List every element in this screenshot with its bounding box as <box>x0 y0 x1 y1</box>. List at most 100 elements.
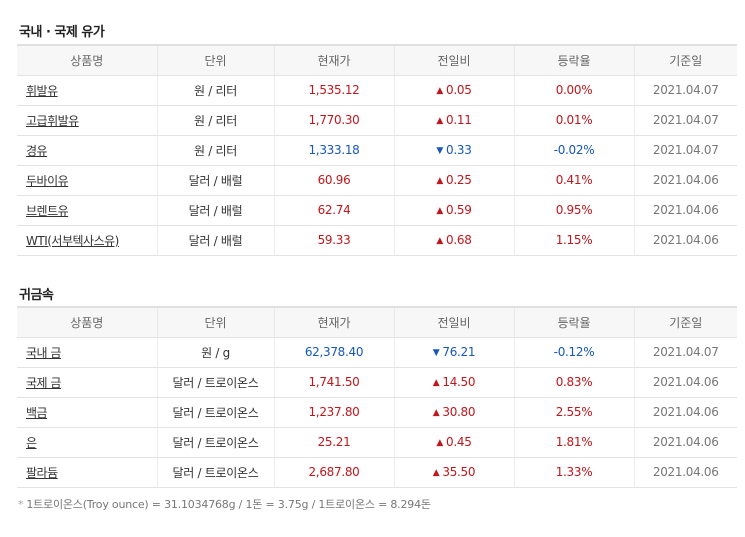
product-link[interactable]: 팔라듐 <box>26 466 58 480</box>
date-cell: 2021.04.06 <box>633 195 737 226</box>
table-header-row: 상품명 단위 현재가 전일비 등락율 기준일 <box>17 44 737 76</box>
product-link[interactable]: 브렌트유 <box>26 204 69 218</box>
column-header: 현재가 <box>273 306 394 338</box>
change-cell: ▲ 0.25 <box>393 165 514 196</box>
unit-cell: 원 / 리터 <box>156 75 274 106</box>
column-header: 기준일 <box>633 306 737 338</box>
change-value: 14.50 <box>442 375 476 389</box>
triangle-up-icon: ▲ <box>436 116 444 126</box>
table-row: 은 달러 / 트로이온스 25.21 ▲ 0.45 1.81% 2021.04.06 <box>17 427 737 458</box>
date-cell: 2021.04.07 <box>633 105 737 136</box>
triangle-up-icon: ▲ <box>432 468 440 478</box>
unit-cell: 달러 / 트로이온스 <box>156 367 274 398</box>
change-cell: ▲ 0.59 <box>393 195 514 226</box>
rate-cell: 0.01% <box>513 105 634 136</box>
change-cell: ▲ 14.50 <box>393 367 514 398</box>
metal-price-table: 상품명 단위 현재가 전일비 등락율 기준일 국내 금원 / g 62,378.40 ▼ 76.… <box>17 306 737 488</box>
product-name-cell: 고급휘발유 <box>17 105 157 136</box>
table-row: 고급휘발유 원 / 리터 1,770.30 ▲ 0.11 0.01% 2021.04.07 <box>17 105 737 136</box>
rate-cell: 2.55% <box>513 397 634 428</box>
price-cell: 25.21 <box>273 427 394 458</box>
rate-cell: 1.33% <box>513 457 634 488</box>
price-cell: 1,535.12 <box>273 75 394 106</box>
change-value: 0.11 <box>446 113 472 127</box>
change-cell: ▼ 76.21 <box>393 337 514 368</box>
price-cell: 62,378.40 <box>273 337 394 368</box>
rate-cell: 0.41% <box>513 165 634 196</box>
product-name-cell: 국내 금 <box>17 337 157 368</box>
column-header: 단위 <box>156 44 274 76</box>
triangle-up-icon: ▲ <box>436 86 444 96</box>
triangle-up-icon: ▲ <box>436 438 444 448</box>
table-row: WTI(서부텍사스유) 달러 / 배럴 59.33 ▲ 0.68 1.15% 2021.04… <box>17 225 737 256</box>
column-header: 전일비 <box>393 306 514 338</box>
product-link[interactable]: 국제 금 <box>26 376 61 390</box>
oil-section-title: 국내 · 국제 유가 <box>19 25 105 40</box>
product-name-cell: 은 <box>17 427 157 458</box>
triangle-down-icon: ▼ <box>432 348 440 358</box>
triangle-up-icon: ▲ <box>436 236 444 246</box>
rate-cell: -0.02% <box>513 135 634 166</box>
table-row: 백금 달러 / 트로이온스 1,237.80 ▲ 30.80 2.55% 2021.04.0… <box>17 397 737 428</box>
change-cell: ▲ 0.45 <box>393 427 514 458</box>
unit-cell: 원 / 리터 <box>156 135 274 166</box>
product-link[interactable]: 두바이유 <box>26 174 69 188</box>
rate-cell: 0.95% <box>513 195 634 226</box>
unit-cell: 원 / 리터 <box>156 105 274 136</box>
product-name-cell: 휘발유 <box>17 75 157 106</box>
price-cell: 2,687.80 <box>273 457 394 488</box>
date-cell: 2021.04.06 <box>633 397 737 428</box>
change-cell: ▲ 0.11 <box>393 105 514 136</box>
product-name-cell: 팔라듐 <box>17 457 157 488</box>
triangle-down-icon: ▼ <box>436 146 444 156</box>
date-cell: 2021.04.06 <box>633 165 737 196</box>
table-row: 팔라듐 달러 / 트로이온스 2,687.80 ▲ 35.50 1.33% 2021.04.… <box>17 457 737 488</box>
date-cell: 2021.04.06 <box>633 427 737 458</box>
product-link[interactable]: 휘발유 <box>26 84 58 98</box>
price-cell: 60.96 <box>273 165 394 196</box>
change-cell: ▲ 35.50 <box>393 457 514 488</box>
price-cell: 62.74 <box>273 195 394 226</box>
change-value: 30.80 <box>442 405 476 419</box>
change-cell: ▼ 0.33 <box>393 135 514 166</box>
oil-price-table: 상품명 단위 현재가 전일비 등락율 기준일 휘발유 원 / 리터 1,535.12 ▲ 0.05… <box>17 44 737 256</box>
change-value: 0.68 <box>446 233 472 247</box>
price-cell: 1,770.30 <box>273 105 394 136</box>
footnote-bullet: * <box>18 498 24 511</box>
date-cell: 2021.04.07 <box>633 75 737 106</box>
product-link[interactable]: 백금 <box>26 406 48 420</box>
unit-cell: 달러 / 트로이온스 <box>156 457 274 488</box>
column-header: 등락율 <box>513 306 634 338</box>
column-header: 기준일 <box>633 44 737 76</box>
product-link[interactable]: 경유 <box>26 144 48 158</box>
product-link[interactable]: 국내 금 <box>26 346 61 360</box>
unit-cell: 달러 / 배럴 <box>156 195 274 226</box>
change-value: 76.21 <box>442 345 476 359</box>
product-name-cell: 두바이유 <box>17 165 157 196</box>
date-cell: 2021.04.06 <box>633 367 737 398</box>
unit-cell: 달러 / 트로이온스 <box>156 427 274 458</box>
unit-cell: 원 / g <box>156 337 274 368</box>
metal-section-title: 귀금속 <box>19 288 54 303</box>
price-cell: 59.33 <box>273 225 394 256</box>
date-cell: 2021.04.06 <box>633 225 737 256</box>
product-link[interactable]: WTI(서부텍사스유) <box>26 234 119 248</box>
product-link[interactable]: 은 <box>26 436 37 450</box>
rate-cell: 1.81% <box>513 427 634 458</box>
product-name-cell: 국제 금 <box>17 367 157 398</box>
column-header: 전일비 <box>393 44 514 76</box>
change-cell: ▲ 0.05 <box>393 75 514 106</box>
unit-cell: 달러 / 트로이온스 <box>156 397 274 428</box>
product-name-cell: 백금 <box>17 397 157 428</box>
footnote-text: 1트로이온스(Troy ounce) = 31.1034768g / 1돈 = … <box>26 498 431 511</box>
table-header-row: 상품명 단위 현재가 전일비 등락율 기준일 <box>17 306 737 338</box>
date-cell: 2021.04.07 <box>633 135 737 166</box>
triangle-up-icon: ▲ <box>436 176 444 186</box>
table-row: 브렌트유 달러 / 배럴 62.74 ▲ 0.59 0.95% 2021.04.06 <box>17 195 737 226</box>
column-header: 현재가 <box>273 44 394 76</box>
rate-cell: 0.00% <box>513 75 634 106</box>
table-row: 경유 원 / 리터 1,333.18 ▼ 0.33 -0.02% 2021.04.07 <box>17 135 737 166</box>
triangle-up-icon: ▲ <box>432 408 440 418</box>
column-header: 단위 <box>156 306 274 338</box>
product-link[interactable]: 고급휘발유 <box>26 114 79 128</box>
